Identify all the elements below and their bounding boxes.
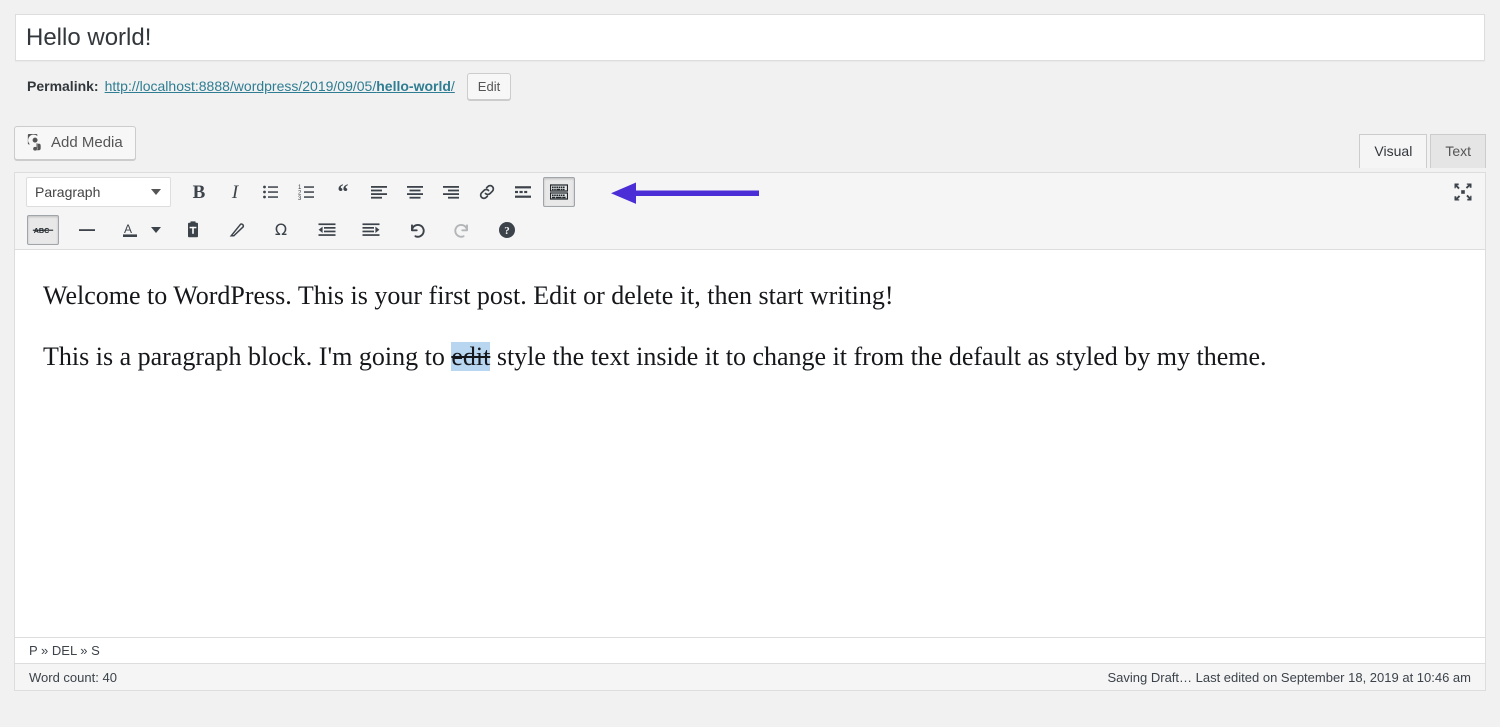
post-title-wrapper: [15, 14, 1485, 61]
svg-text:3: 3: [298, 196, 302, 201]
add-media-button[interactable]: Add Media: [14, 126, 136, 160]
permalink-url-prefix: http://localhost:8888/wordpress/2019/09/…: [105, 78, 377, 94]
add-media-icon: [25, 133, 44, 152]
format-select-value: Paragraph: [35, 184, 100, 200]
redo-icon[interactable]: [445, 215, 477, 245]
toolbar-row-1: Paragraph B I: [15, 173, 1485, 211]
fullscreen-icon[interactable]: [1447, 177, 1479, 207]
paragraph-2-text-before: This is a paragraph block. I'm going to: [43, 342, 451, 371]
read-more-icon[interactable]: [507, 177, 539, 207]
text-color-icon[interactable]: A: [115, 215, 145, 245]
insert-link-icon[interactable]: [471, 177, 503, 207]
tab-visual[interactable]: Visual: [1359, 134, 1427, 168]
wordpress-classic-editor: Permalink: http://localhost:8888/wordpre…: [0, 0, 1500, 727]
blockquote-icon[interactable]: “: [327, 177, 359, 207]
save-status: Saving Draft… Last edited on September 1…: [1107, 670, 1471, 685]
text-color-dropdown-icon[interactable]: [147, 215, 165, 245]
special-character-icon[interactable]: Ω: [265, 215, 297, 245]
decrease-indent-icon[interactable]: [311, 215, 343, 245]
editor-toolbar: Paragraph B I: [15, 173, 1485, 250]
align-right-icon[interactable]: [435, 177, 467, 207]
toolbar-row-2: ABC A: [15, 211, 1485, 249]
format-select[interactable]: Paragraph: [26, 177, 171, 207]
increase-indent-icon[interactable]: [355, 215, 387, 245]
permalink-label: Permalink:: [27, 78, 99, 94]
paste-as-text-icon[interactable]: [177, 215, 209, 245]
svg-text:?: ?: [504, 225, 510, 237]
editor-content-area[interactable]: Welcome to WordPress. This is your first…: [15, 250, 1485, 650]
permalink-link[interactable]: http://localhost:8888/wordpress/2019/09/…: [105, 78, 455, 94]
permalink-slug: hello-world: [376, 78, 451, 94]
horizontal-line-icon[interactable]: [71, 215, 103, 245]
paragraph-2-text-after: style the text inside it to change it fr…: [490, 342, 1266, 371]
strikethrough-icon[interactable]: ABC: [27, 215, 59, 245]
italic-icon[interactable]: I: [219, 177, 251, 207]
content-paragraph-1: Welcome to WordPress. This is your first…: [43, 276, 1457, 315]
editor-container: Paragraph B I: [14, 172, 1486, 691]
toolbar-toggle-icon[interactable]: [543, 177, 575, 207]
undo-icon[interactable]: [401, 215, 433, 245]
keyboard-shortcuts-icon[interactable]: ?: [491, 215, 523, 245]
align-center-icon[interactable]: [399, 177, 431, 207]
chevron-down-icon: [151, 189, 161, 195]
align-left-icon[interactable]: [363, 177, 395, 207]
element-path: P » DEL » S: [29, 643, 100, 658]
bulleted-list-icon[interactable]: [255, 177, 287, 207]
element-path-bar: P » DEL » S: [15, 637, 1485, 663]
content-paragraph-2: This is a paragraph block. I'm going to …: [43, 337, 1457, 376]
edit-permalink-button[interactable]: Edit: [467, 73, 511, 100]
selected-struck-word: edit: [451, 342, 490, 371]
add-media-label: Add Media: [51, 134, 123, 151]
word-count: Word count: 40: [29, 670, 117, 685]
numbered-list-icon[interactable]: 1 2 3: [291, 177, 323, 207]
media-buttons-row: Add Media: [14, 126, 1486, 166]
svg-text:A: A: [124, 222, 132, 236]
bold-icon[interactable]: B: [183, 177, 215, 207]
permalink-url-suffix: /: [451, 78, 455, 94]
clear-formatting-icon[interactable]: [221, 215, 253, 245]
tab-text[interactable]: Text: [1430, 134, 1486, 168]
editor-status-bar: Word count: 40 Saving Draft… Last edited…: [15, 663, 1485, 690]
post-title-input[interactable]: [16, 15, 1484, 60]
permalink-row: Permalink: http://localhost:8888/wordpre…: [27, 72, 511, 100]
editor-mode-tabs: Visual Text: [1359, 134, 1486, 168]
